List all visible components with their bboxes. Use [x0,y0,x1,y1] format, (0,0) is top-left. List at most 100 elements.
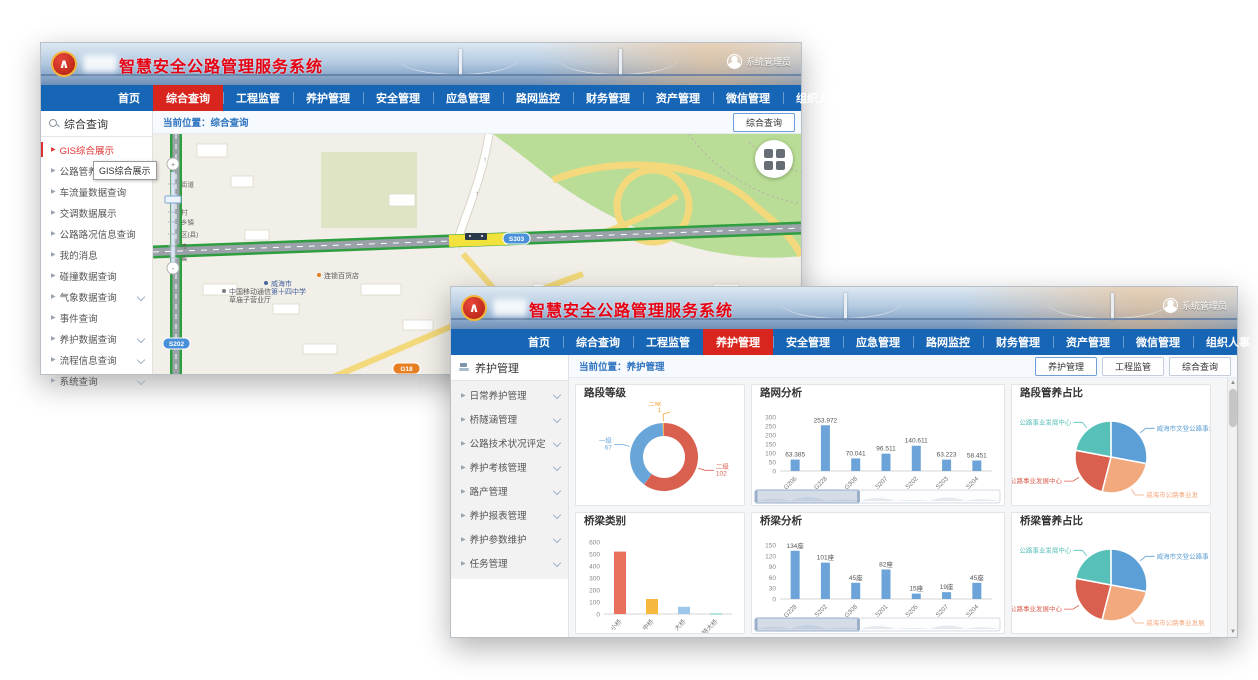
sidebar-item[interactable]: ▶我的消息 [41,244,152,265]
sidebar-item[interactable]: ▶桥隧涵管理 [451,407,568,431]
nav-tab[interactable]: 资产管理 [1053,329,1123,355]
nav-tab[interactable]: 工程监管 [633,329,703,355]
sidebar-item-label: 气象数据查询 [60,290,134,304]
nav-tab[interactable]: 安全管理 [363,85,433,111]
sidebar-item[interactable]: ▶路产管理 [451,479,568,503]
nav-tab[interactable]: 路网监控 [913,329,983,355]
sidebar-item-label: 养护参数维护 [470,532,550,546]
nav-tab[interactable]: 微信管理 [713,85,783,111]
scrollbar-thumb[interactable] [1229,389,1237,427]
svg-text:一级67: 一级67 [599,435,613,451]
nav-tab[interactable]: 安全管理 [773,329,843,355]
sidebar-item[interactable]: ▶交调数据展示 [41,202,152,223]
app-title: 智慧安全公路管理服务系统 [119,53,323,77]
svg-text:30: 30 [769,586,777,593]
scroll-down-icon[interactable]: ▼ [1228,627,1238,637]
svg-text:S202: S202 [904,475,920,491]
breadcrumb-row: 当前位置：综合查询 综合查询 [153,111,801,134]
svg-text:400: 400 [589,564,600,571]
nav-tab[interactable]: 微信管理 [1123,329,1193,355]
sidebar-item[interactable]: ▶车流量数据查询 [41,181,152,202]
nav-tab[interactable]: 财务管理 [983,329,1053,355]
sidebar-item[interactable]: ▶GIS综合展示 [41,139,152,160]
nav-tab[interactable]: 系统维护 [853,85,923,111]
sidebar-item[interactable]: ▶流程信息查询 [41,349,152,370]
svg-text:200: 200 [589,588,600,595]
nav-tab[interactable]: 应急管理 [433,85,503,111]
nav-tab[interactable]: 财务管理 [573,85,643,111]
svg-text:150: 150 [765,442,776,449]
dashboard: 路段等级二级102一级67三级1路网分析05010015020025030063… [569,378,1237,637]
sidebar-item-label: 交调数据展示 [60,206,146,220]
svg-text:96.511: 96.511 [876,446,896,453]
nav-tab[interactable]: 应急管理 [843,329,913,355]
sidebar-header: 养护管理 [451,355,568,381]
sidebar-header: 综合查询 [41,111,152,137]
svg-text:大桥: 大桥 [672,617,688,633]
sidebar-item[interactable]: ▶气象数据查询 [41,286,152,307]
panel-bridge-share: 桥梁管养占比威海市文登公路事威海市公路事业发展公路事业发展中心公路事业发展中心 [1011,512,1211,634]
nav-tab[interactable]: 工程监管 [223,85,293,111]
user-badge[interactable]: 系统管理员 [727,54,791,69]
svg-text:0: 0 [772,469,776,476]
corner-button[interactable]: 综合查询 [1169,357,1231,376]
sidebar-item[interactable]: ▶任务管理 [451,551,568,575]
scroll-up-icon[interactable]: ▲ [1228,378,1238,388]
nav-tab[interactable]: 路网监控 [503,85,573,111]
sidebar-item[interactable]: ▶公路路况信息查询 [41,223,152,244]
sidebar-item[interactable]: ▶碰撞数据查询 [41,265,152,286]
vertical-scrollbar[interactable]: ▲ ▼ [1227,378,1237,637]
nav-tab[interactable]: 养护管理 [703,329,773,355]
nav-tab[interactable]: 养护管理 [293,85,363,111]
nav-tab[interactable]: 资产管理 [643,85,713,111]
svg-text:58.451: 58.451 [967,452,987,459]
desktop: ∧ 智慧安全公路管理服务系统 系统管理员 首页综合查询工程监管养护管理安全管理应… [0,0,1258,680]
sidebar-item[interactable]: ▶公路技术状况评定 [451,431,568,455]
breadcrumb: 当前位置：养护管理 [579,359,665,373]
chevron-down-icon [137,376,145,384]
breadcrumb-row: 当前位置：养护管理 养护管理工程监管综合查询 [569,355,1237,378]
svg-text:60: 60 [769,575,777,582]
sidebar-item-label: 碰撞数据查询 [60,269,146,283]
nav-tab[interactable]: 组织人事 [1193,329,1258,355]
sidebar-item[interactable]: ▶事件查询 [41,307,152,328]
nav-tab[interactable]: 首页 [515,329,563,355]
corner-button[interactable]: 工程监管 [1102,357,1164,376]
highway-emblem-logo: ∧ [461,295,487,321]
sidebar-item[interactable]: ▶日常养护管理 [451,383,568,407]
sidebar-item[interactable]: ▶养护参数维护 [451,527,568,551]
svg-text:威海市文登公路事业发: 威海市文登公路事业发 [1157,423,1210,432]
caret-right-icon: ▶ [51,230,56,237]
corner-button[interactable]: 综合查询 [733,113,795,132]
chart-road-grade: 二级102一级67三级1 [576,402,744,505]
svg-text:82座: 82座 [879,559,893,568]
user-name: 系统管理员 [746,55,791,68]
nav-tab[interactable]: 综合查询 [563,329,633,355]
sidebar-item[interactable]: ▶养护数据查询 [41,328,152,349]
nav-tab[interactable]: 组织人事 [783,85,853,111]
svg-text:45座: 45座 [970,573,984,582]
chart-road-network[interactable]: 05010015020025030063.385G206253.972G2287… [752,402,1004,505]
sidebar-item[interactable]: ▶养护考核管理 [451,455,568,479]
chevron-down-icon [553,511,561,519]
chart-bridge-analysis[interactable]: 0306090120150134座G228101座S20245座G30882座S… [752,530,1004,633]
user-badge[interactable]: 系统管理员 [1163,298,1227,313]
nav-tab[interactable]: 首页 [105,85,153,111]
panel-bridge-analysis: 桥梁分析0306090120150134座G228101座S20245座G308… [751,512,1005,634]
sidebar-title: 养护管理 [475,360,519,376]
highway-emblem-logo: ∧ [51,51,77,77]
nav-tab[interactable]: 综合查询 [153,85,223,111]
svg-text:100: 100 [765,451,776,458]
sidebar-item[interactable]: ▶系统查询 [41,370,152,391]
zoom-slider-handle[interactable] [165,196,181,203]
svg-text:100: 100 [589,600,600,607]
map-layers-button[interactable] [755,140,793,178]
caret-right-icon: ▶ [51,188,56,195]
caret-right-icon: ▶ [461,560,466,567]
chart-bridge-category: 0100200300400500600小桥中桥大桥特大桥 [576,530,744,633]
chart-road-share: 威海市文登公路事业发威海市公路事业发山公路事业发展中心公路事业发展中心 [1012,402,1210,505]
corner-button[interactable]: 养护管理 [1035,357,1097,376]
svg-text:S202: S202 [169,341,185,348]
sidebar-item[interactable]: ▶养护报表管理 [451,503,568,527]
user-name: 系统管理员 [1182,299,1227,312]
